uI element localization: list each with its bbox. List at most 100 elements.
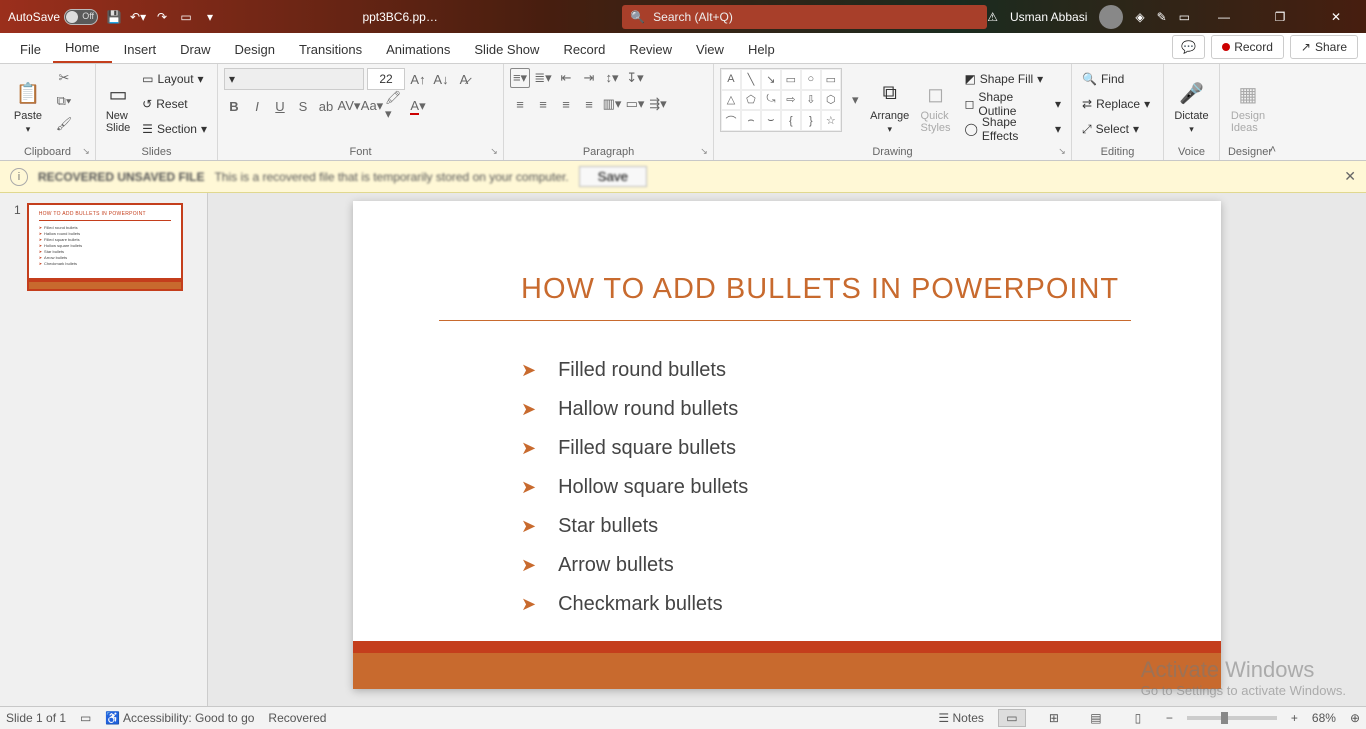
new-slide-button[interactable]: ▭ New Slide	[102, 68, 134, 142]
slide[interactable]: HOW TO ADD BULLETS IN POWERPOINT ➤Filled…	[353, 201, 1221, 689]
slide-title[interactable]: HOW TO ADD BULLETS IN POWERPOINT	[353, 201, 1221, 306]
maximize-button[interactable]: ❐	[1258, 0, 1302, 33]
search-box[interactable]: 🔍	[622, 5, 987, 29]
record-button[interactable]: Record	[1211, 35, 1284, 59]
italic-button[interactable]: I	[247, 96, 267, 116]
comments-button[interactable]: 💬	[1172, 35, 1205, 59]
tab-file[interactable]: File	[8, 36, 53, 63]
zoom-slider[interactable]	[1187, 716, 1277, 720]
text-direction-button[interactable]: ↧▾	[625, 68, 645, 88]
recovered-close-button[interactable]: ✕	[1344, 168, 1356, 185]
numbering-button[interactable]: ≣▾	[533, 68, 553, 88]
font-size-select[interactable]: 22	[367, 68, 405, 90]
shape-fill-button[interactable]: ◩ Shape Fill▾	[960, 68, 1065, 90]
search-input[interactable]	[653, 10, 979, 24]
change-case-button[interactable]: Aa▾	[362, 96, 382, 116]
spellcheck-icon[interactable]: ▭	[80, 711, 91, 725]
normal-view-button[interactable]: ▭	[998, 709, 1026, 727]
font-name-select[interactable]: ▾	[224, 68, 364, 90]
slide-canvas[interactable]: HOW TO ADD BULLETS IN POWERPOINT ➤Filled…	[208, 193, 1366, 706]
ribbon-display-icon[interactable]: ▭	[1179, 10, 1190, 24]
replace-button[interactable]: ⇄ Replace ▾	[1078, 93, 1154, 115]
redo-icon[interactable]: ↷	[154, 9, 170, 25]
autosave-toggle[interactable]: AutoSave Off	[8, 9, 98, 25]
shapes-gallery[interactable]: A╲↘▭○▭ △⬠⤿⇨⇩⬡ ⌒⌢⌣{}☆	[720, 68, 842, 132]
sorter-view-button[interactable]: ⊞	[1040, 709, 1068, 727]
format-painter-icon[interactable]: 🖌	[54, 114, 74, 134]
copy-icon[interactable]: ⧉▾	[54, 91, 74, 111]
find-button[interactable]: 🔍 Find	[1078, 68, 1154, 90]
shapes-more-button[interactable]: ▾	[846, 68, 865, 132]
present-icon[interactable]: ▭	[178, 9, 194, 25]
tab-review[interactable]: Review	[617, 36, 684, 63]
tab-help[interactable]: Help	[736, 36, 787, 63]
reading-view-button[interactable]: ▤	[1082, 709, 1110, 727]
close-button[interactable]: ✕	[1314, 0, 1358, 33]
decrease-indent-button[interactable]: ⇤	[556, 68, 576, 88]
columns-button[interactable]: ▥▾	[602, 94, 622, 114]
font-color-button[interactable]: A▾	[408, 96, 428, 116]
tab-draw[interactable]: Draw	[168, 36, 222, 63]
dictate-button[interactable]: 🎤 Dictate▾	[1170, 68, 1213, 142]
slide-thumbnail-1[interactable]: HOW TO ADD BULLETS IN POWERPOINT ➤Filled…	[27, 203, 183, 291]
zoom-in-button[interactable]: +	[1291, 711, 1298, 725]
fit-window-button[interactable]: ⊕	[1350, 711, 1360, 725]
tab-transitions[interactable]: Transitions	[287, 36, 374, 63]
zoom-level[interactable]: 68%	[1312, 711, 1336, 725]
collapse-ribbon-icon[interactable]: ˄	[1270, 144, 1276, 156]
tab-animations[interactable]: Animations	[374, 36, 462, 63]
font-launcher[interactable]: ↘	[487, 144, 501, 158]
drawing-launcher[interactable]: ↘	[1055, 144, 1069, 158]
recovered-save-button[interactable]: Save	[579, 166, 647, 187]
shape-outline-button[interactable]: ◻ Shape Outline▾	[960, 93, 1065, 115]
zoom-out-button[interactable]: −	[1166, 711, 1173, 725]
tab-slideshow[interactable]: Slide Show	[462, 36, 551, 63]
clear-format-icon[interactable]: A̷	[454, 69, 474, 89]
highlight-button[interactable]: 🖍▾	[385, 96, 405, 116]
char-spacing-button[interactable]: AV▾	[339, 96, 359, 116]
notes-button[interactable]: ☰ Notes	[938, 711, 983, 725]
shadow-button[interactable]: ab	[316, 96, 336, 116]
paragraph-launcher[interactable]: ↘	[697, 144, 711, 158]
slideshow-view-button[interactable]: ▯	[1124, 709, 1152, 727]
pen-icon[interactable]: ✎	[1157, 10, 1167, 24]
avatar[interactable]	[1099, 5, 1123, 29]
align-text-button[interactable]: ▭▾	[625, 94, 645, 114]
select-button[interactable]: ⤢ Select▾	[1078, 118, 1154, 140]
smartart-button[interactable]: ⇶▾	[648, 94, 668, 114]
tab-record[interactable]: Record	[551, 36, 617, 63]
underline-button[interactable]: U	[270, 96, 290, 116]
increase-indent-button[interactable]: ⇥	[579, 68, 599, 88]
undo-icon[interactable]: ↶▾	[130, 9, 146, 25]
bold-button[interactable]: B	[224, 96, 244, 116]
decrease-font-icon[interactable]: A↓	[431, 69, 451, 89]
line-spacing-button[interactable]: ↕▾	[602, 68, 622, 88]
increase-font-icon[interactable]: A↑	[408, 69, 428, 89]
bullets-button[interactable]: ≡▾	[510, 68, 530, 88]
align-left-button[interactable]: ≡	[510, 94, 530, 114]
justify-button[interactable]: ≡	[579, 94, 599, 114]
clipboard-launcher[interactable]: ↘	[79, 144, 93, 158]
tab-view[interactable]: View	[684, 36, 736, 63]
accessibility-status[interactable]: ♿ Accessibility: Good to go	[105, 711, 254, 725]
tab-home[interactable]: Home	[53, 34, 112, 63]
warning-icon[interactable]: ⚠	[987, 10, 998, 24]
qat-customize-icon[interactable]: ▾	[202, 9, 218, 25]
paste-button[interactable]: 📋 Paste▾	[6, 68, 50, 142]
share-button[interactable]: ↗ Share	[1290, 35, 1358, 59]
align-center-button[interactable]: ≡	[533, 94, 553, 114]
minimize-button[interactable]: ―	[1202, 0, 1246, 33]
shape-effects-button[interactable]: ◯ Shape Effects▾	[960, 118, 1065, 140]
align-right-button[interactable]: ≡	[556, 94, 576, 114]
tab-insert[interactable]: Insert	[112, 36, 169, 63]
section-button[interactable]: ☰ Section▾	[138, 118, 211, 140]
strike-button[interactable]: S	[293, 96, 313, 116]
reset-button[interactable]: ↺ Reset	[138, 93, 211, 115]
arrange-button[interactable]: ⧉ Arrange▾	[869, 68, 911, 142]
diamond-icon[interactable]: ◈	[1135, 10, 1144, 24]
tab-design[interactable]: Design	[223, 36, 287, 63]
cut-icon[interactable]: ✂	[54, 68, 74, 88]
layout-button[interactable]: ▭ Layout▾	[138, 68, 211, 90]
slide-list[interactable]: ➤Filled round bullets ➤Hallow round bull…	[353, 321, 1221, 616]
save-icon[interactable]: 💾	[106, 9, 122, 25]
